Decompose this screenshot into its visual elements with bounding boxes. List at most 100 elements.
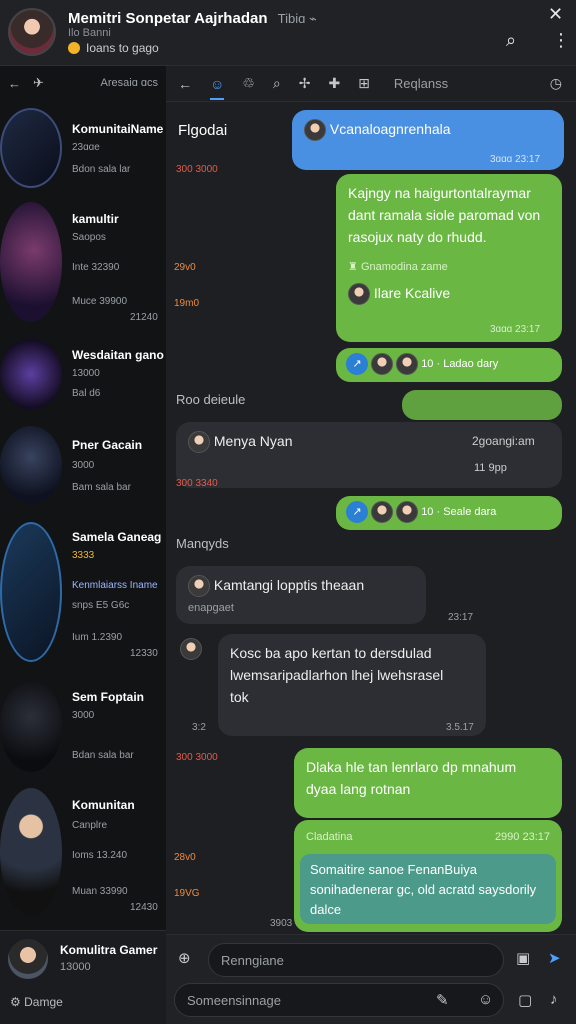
quote-time: 2990 23:17 — [494, 831, 550, 843]
sidebar-item[interactable]: KomunitaiName 23ɑɑe Bdon sala lar — [0, 106, 166, 206]
profile-settings[interactable]: ⚙ Damge — [10, 995, 63, 1009]
avatar — [396, 353, 419, 376]
section-label: Manqyds — [176, 536, 229, 551]
message-time: 3ɑɑɑ 23:17 — [490, 154, 541, 165]
avatar — [8, 939, 48, 979]
tab-share[interactable]: ♲ — [242, 75, 255, 92]
red-meta: 300 3000 — [176, 164, 218, 175]
message-text: Kamtangi lopptis theaan — [213, 577, 365, 593]
conversation-thumb — [0, 680, 62, 772]
conversation-thumb — [0, 202, 62, 322]
attach-icon[interactable]: ⊕ — [178, 949, 191, 967]
game-icon: ♜ — [348, 261, 358, 273]
sidebar-item-title: Wesdaitan gano — [72, 348, 164, 362]
section-label: Roo deieule — [176, 392, 246, 407]
sidebar-item-sub: 3000 — [72, 460, 95, 471]
sidebar-item[interactable]: Samela Ganeag 3333 Kenmlaiarss Iname snp… — [0, 522, 166, 672]
sidebar-top-label: Aresaiɑ ɑcs — [100, 77, 158, 89]
sidebar-item-title: KomunitaiName — [72, 122, 164, 136]
message-bubble[interactable]: Kamtangi lopptis theaan enapgaet — [176, 566, 426, 624]
image-icon[interactable]: ▢ — [518, 991, 532, 1009]
input-placeholder: Someensinnage — [187, 992, 281, 1008]
chat-app: Memitri Sonpetar Aajrhadan Tibiɑ ⌁ Ilo B… — [0, 0, 576, 1024]
side-time: 29v0 — [174, 262, 196, 273]
sidebar-item-sub: 13000 — [72, 368, 100, 379]
tab-grid[interactable]: ⊞ — [358, 75, 370, 92]
sidebar-item-title: Pner Gacain — [72, 438, 143, 452]
secondary-input[interactable]: Someensinnage — [174, 983, 504, 1017]
conversation-thumb — [0, 426, 62, 504]
message-time-left: 3:2 — [192, 722, 206, 733]
back-icon[interactable]: ← — [8, 76, 21, 91]
message-bubble[interactable]: Dlaka hle tan lenrlaro dp mnahum dyaa la… — [294, 748, 562, 818]
mic-icon[interactable]: ♪ — [550, 991, 558, 1008]
sidebar-item[interactable]: Komunitan Canplre Ioms 13.240 Muan 33990… — [0, 788, 166, 928]
share-icon: ↗ — [346, 501, 368, 523]
message-bubble[interactable]: Cladatina 2990 23:17 Somaitire sanoe Fen… — [294, 820, 562, 932]
avatar — [348, 283, 370, 306]
avatar — [371, 353, 394, 376]
message-sub-text: Gnamodina zame — [360, 261, 448, 273]
sidebar-item[interactable]: Pner Gacain 3000 Bam sala bar — [0, 426, 166, 516]
side-time: 28v0 — [174, 852, 196, 863]
tab-search[interactable]: ⌕ — [273, 75, 281, 92]
avatar — [180, 638, 202, 660]
sidebar-item-extra2: 12330 — [130, 648, 158, 659]
message-bubble-faded — [402, 390, 562, 420]
tab-chat[interactable]: ☺ — [210, 76, 225, 100]
message-time: 3.5.17 — [446, 722, 474, 733]
conversation-thumb — [0, 788, 62, 916]
search-icon[interactable]: ⌕ — [506, 30, 516, 51]
quote-header: Cladatina 2990 23:17 — [300, 826, 556, 848]
sidebar-item-meta: Bal d6 — [72, 388, 101, 399]
profile-settings-label: Damge — [24, 995, 63, 1009]
message-text3: tok — [230, 689, 249, 705]
reaction-bar[interactable]: ↗ 10 · Seale dara — [336, 496, 562, 530]
message-meta: 2goangi:am — [472, 434, 535, 448]
sidebar-item[interactable]: kamultir Saopos Inte 32390 Muce 39900 21… — [0, 202, 166, 332]
back-icon[interactable]: ← — [178, 76, 192, 92]
more-icon[interactable]: ⋮ — [552, 30, 570, 51]
header-status: Ioans to gago — [68, 41, 159, 55]
pen-icon[interactable]: ✎ — [436, 991, 449, 1009]
message-author: Menya Nyan — [213, 433, 293, 449]
avatar — [371, 501, 394, 524]
close-icon[interactable]: ✕ — [548, 4, 563, 25]
emoji-icon[interactable]: ☺ — [478, 991, 493, 1008]
message-text: Kosc ba apo kertan to dersdulad — [230, 645, 432, 661]
send-icon[interactable]: ➤ — [548, 949, 561, 967]
message-input[interactable]: Renngiane — [208, 943, 504, 977]
input-placeholder: Renngiane — [221, 952, 284, 968]
sidebar-top: ← ✈ Aresaiɑ ɑcs — [0, 66, 166, 100]
sidebar-item-extra2: 21240 — [130, 312, 158, 323]
message-time: 3ɑɑɑ 23:17 — [490, 324, 541, 335]
pin-icon[interactable]: ✈ — [33, 75, 44, 91]
status-dot-icon — [68, 42, 80, 54]
message-bubble[interactable]: Menya Nyan — [176, 422, 562, 488]
reaction-text: 10 · Seale dara — [421, 506, 497, 518]
sidebar-profile[interactable]: Komulitra Gamer 13000 ⚙ Damge — [0, 930, 166, 1024]
reaction-bar[interactable]: ↗ 10 · Ladao dary — [336, 348, 562, 382]
conversation-thumb — [0, 338, 62, 410]
sidebar-item-title: Samela Ganeag — [72, 530, 162, 544]
tab-tools[interactable]: ✢ — [299, 75, 311, 92]
message-bubble[interactable]: Kosc ba apo kertan to dersdulad lwemsari… — [218, 634, 486, 736]
sidebar-item-title: kamultir — [72, 212, 119, 226]
tab-add[interactable]: ✚ — [328, 75, 340, 92]
sidebar-item-meta: Bdan sala bar — [72, 750, 134, 761]
quoted-text: Somaitire sanoe FenanBuiya sonihadenerar… — [300, 854, 556, 924]
message-sub2-text: Ilare Kcalive — [373, 285, 451, 301]
sidebar-item-tag: snps E5 G6c — [72, 600, 130, 611]
message-bubble[interactable]: Kajngy na haigurtontalraymar dant ramala… — [336, 174, 562, 342]
sidebar-item-meta: Kenmlaiarss Iname — [72, 580, 158, 591]
sidebar-item[interactable]: Wesdaitan gano 13000 Bal d6 — [0, 338, 166, 418]
sidebar-item-meta: Bam sala bar — [72, 482, 131, 493]
avatar — [188, 575, 210, 598]
sidebar-item[interactable]: Sem Foptain 3000 Bdan sala bar — [0, 680, 166, 780]
sticker-icon[interactable]: ▣ — [516, 949, 530, 967]
message-text2: lwemsaripadlarhon lhej lwehsrasel — [230, 667, 444, 683]
sidebar-item-meta: Inte 32390 — [72, 262, 120, 273]
sidebar-item-extra: Muan 33990 — [72, 886, 128, 897]
avatar[interactable] — [8, 8, 56, 56]
clock-icon[interactable]: ◷ — [550, 75, 562, 92]
